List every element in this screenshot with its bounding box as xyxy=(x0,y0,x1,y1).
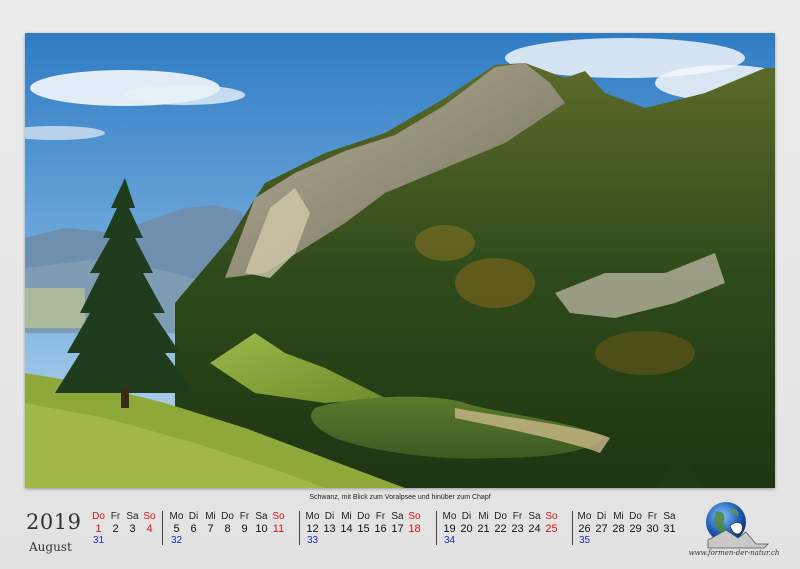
globe-icon xyxy=(706,502,769,549)
calendar-day: So 4 xyxy=(143,511,156,535)
week-divider xyxy=(572,511,573,545)
week-divider xyxy=(162,511,163,545)
calendar-day: So 25 xyxy=(545,511,558,535)
website-link[interactable]: www.formen-der-natur.ch xyxy=(684,549,784,557)
calendar-day: Do 29 xyxy=(629,511,642,535)
calendar-day: Do 8 xyxy=(221,511,234,535)
calendar-week: Mo 12 Di 13 Mi 14 Do 15 Fr 16 Sa 17 So 18 xyxy=(304,511,423,547)
calendar-week: Mo 19 Di 20 Mi 21 Do 22 Fr 23 Sa 24 So 25 xyxy=(441,511,560,547)
calendar-day: Mi 7 xyxy=(205,511,216,535)
week-number: 34 xyxy=(444,535,456,546)
calendar-week: Mo 5 Di 6 Mi 7 Do 8 Fr 9 Sa 10 So 11 xyxy=(168,511,287,547)
calendar-day: Di 20 xyxy=(460,511,473,535)
calendar-page: Schwanz, mit Blick zum Voralpsee und hin… xyxy=(0,0,800,569)
calendar-day: So 11 xyxy=(272,511,285,535)
calendar-day: Mi 28 xyxy=(612,511,625,535)
week-number: 31 xyxy=(93,535,105,546)
calendar-day: Di 27 xyxy=(595,511,608,535)
calendar-week: Mo 26 Di 27 Mi 28 Do 29 Fr 30 Sa 31 xyxy=(576,511,678,547)
calendar-day: Do 22 xyxy=(494,511,507,535)
calendar-day: Sa 31 xyxy=(663,511,676,535)
calendar-day: Fr 16 xyxy=(374,511,387,535)
calendar-day: Mi 14 xyxy=(340,511,353,535)
calendar-day: Fr 23 xyxy=(511,511,524,535)
week-number: 35 xyxy=(579,535,591,546)
calendar-day: Fr 2 xyxy=(110,511,121,535)
landscape-photo xyxy=(25,33,775,488)
week-divider xyxy=(299,511,300,545)
calendar-day: Do 15 xyxy=(357,511,370,535)
calendar-day: Di 6 xyxy=(188,511,199,535)
calendar-day: Sa 17 xyxy=(391,511,404,535)
calendar-day: Di 13 xyxy=(323,511,336,535)
calendar-day: Sa 3 xyxy=(126,511,139,535)
photo-caption: Schwanz, mit Blick zum Voralpsee und hin… xyxy=(309,494,491,501)
week-divider xyxy=(436,511,437,545)
calendar-day: Mi 21 xyxy=(477,511,490,535)
calendar-day: So 18 xyxy=(408,511,421,535)
mountain-lake-image xyxy=(25,33,775,488)
calendar-day: Fr 9 xyxy=(239,511,250,535)
calendar-day: Sa 24 xyxy=(528,511,541,535)
calendar-day: Fr 30 xyxy=(646,511,659,535)
calendar-strip: Do 1 Fr 2 Sa 3 So 4 31 Mo 5 Di 6 Mi 7 Do 8 Fr 9 S… xyxy=(0,511,800,551)
calendar-day: Sa 10 xyxy=(255,511,268,535)
week-number: 32 xyxy=(171,535,183,546)
week-number: 33 xyxy=(307,535,319,546)
